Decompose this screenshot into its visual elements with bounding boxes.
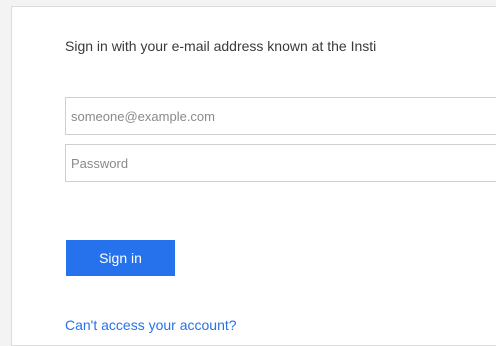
cant-access-account-link[interactable]: Can't access your account? bbox=[65, 317, 237, 333]
sign-in-button[interactable]: Sign in bbox=[66, 240, 175, 276]
signin-heading: Sign in with your e-mail address known a… bbox=[65, 38, 377, 54]
password-field[interactable] bbox=[66, 145, 496, 181]
password-field-box bbox=[65, 144, 496, 182]
email-field[interactable] bbox=[66, 98, 496, 134]
email-field-box bbox=[65, 97, 496, 135]
signin-card: Sign in with your e-mail address known a… bbox=[11, 6, 496, 346]
